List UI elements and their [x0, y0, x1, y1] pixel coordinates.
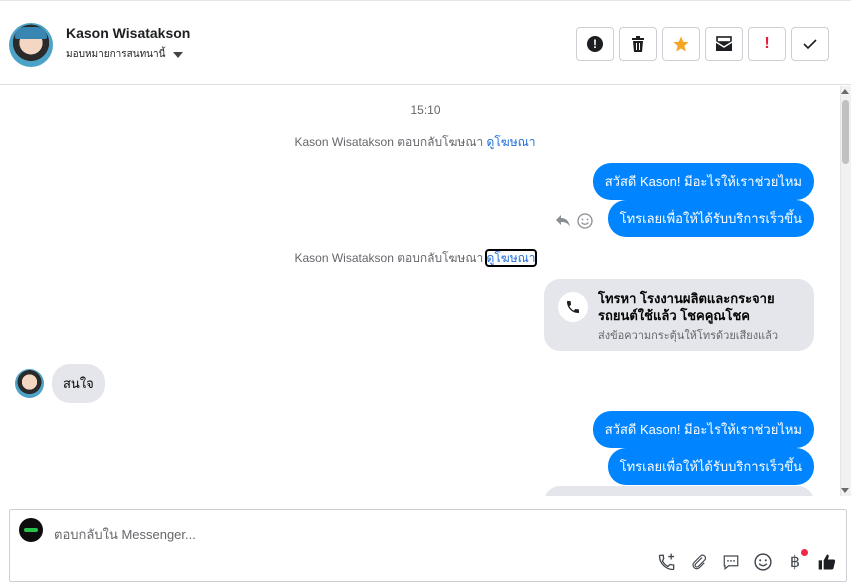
- contact-avatar[interactable]: [15, 369, 44, 398]
- call-card-title: โทรหา โรงงานผลิตและกระจายรถยนต์ใช้แล้ว โ…: [598, 291, 775, 323]
- call-request-card[interactable]: [544, 486, 814, 496]
- mark-done-button[interactable]: [791, 27, 829, 61]
- call-add-icon: [658, 553, 675, 571]
- outgoing-message[interactable]: โทรเลยเพื่อให้ได้รับบริการเร็วขึ้น: [607, 448, 814, 485]
- scroll-down-arrow-icon[interactable]: [841, 488, 849, 493]
- delete-button[interactable]: [619, 27, 657, 61]
- view-ad-link[interactable]: ดูโฆษณา: [484, 249, 538, 267]
- like-icon: [818, 554, 836, 570]
- move-to-button[interactable]: [705, 27, 743, 61]
- message-thread: 15:10 Kason Wisatakson ตอบกลับโฆษณา ดูโฆ…: [0, 86, 851, 496]
- call-request-card[interactable]: โทรหา โรงงานผลิตและกระจายรถยนต์ใช้แล้ว โ…: [544, 279, 814, 351]
- reply-icon[interactable]: [555, 214, 571, 228]
- star-button[interactable]: [662, 27, 700, 61]
- mark-important-button[interactable]: !: [748, 27, 786, 61]
- emoji-icon: [754, 553, 772, 571]
- view-ad-link[interactable]: ดูโฆษณา: [487, 135, 536, 149]
- outgoing-message[interactable]: โทรเลยเพื่อให้ได้รับบริการเร็วขึ้น: [607, 200, 814, 237]
- reply-input[interactable]: ตอบกลับใน Messenger...: [54, 524, 554, 545]
- outgoing-message[interactable]: สวัสดี Kason! มีอะไรให้เราช่วยไหม: [592, 411, 814, 448]
- assign-conversation-dropdown[interactable]: มอบหมายการสนทนานี้: [66, 47, 184, 62]
- attachment-icon: [692, 554, 707, 570]
- page-avatar: [19, 518, 43, 542]
- header-actions: ! !: [576, 27, 829, 61]
- attach-button[interactable]: [688, 551, 710, 573]
- mark-spam-button[interactable]: !: [576, 27, 614, 61]
- react-icon[interactable]: [577, 213, 593, 229]
- saved-replies-button[interactable]: [720, 551, 742, 573]
- thread-scrollbar[interactable]: [840, 86, 851, 496]
- like-button[interactable]: [816, 551, 838, 573]
- mail-icon: [715, 36, 733, 51]
- message-tools: [555, 213, 593, 229]
- timestamp: 15:10: [410, 103, 441, 117]
- ad-reply-notice: Kason Wisatakson ตอบกลับโฆษณา ดูโฆษณา: [0, 249, 830, 268]
- exclamation-icon: !: [764, 35, 770, 52]
- composer-toolbar: ฿: [656, 549, 838, 573]
- ad-reply-text: Kason Wisatakson ตอบกลับโฆษณา: [294, 135, 484, 149]
- call-add-button[interactable]: [656, 551, 678, 573]
- ad-reply-text: Kason Wisatakson ตอบกลับโฆษณา: [294, 251, 484, 265]
- contact-name[interactable]: Kason Wisatakson: [66, 25, 190, 41]
- conversation-header: Kason Wisatakson มอบหมายการสนทนานี้ ! !: [0, 0, 851, 85]
- phone-icon: [567, 301, 579, 313]
- trash-icon: [632, 36, 644, 52]
- call-card-subtitle: ส่งข้อความกระตุ้นให้โทรด้วยเสียงแล้ว: [598, 330, 779, 342]
- payment-icon: ฿: [789, 554, 801, 571]
- caret-down-icon: [173, 51, 184, 58]
- messenger-inbox: Kason Wisatakson มอบหมายการสนทนานี้ ! ! …: [0, 0, 851, 585]
- phone-icon-wrapper: [558, 292, 588, 322]
- check-icon: [803, 39, 817, 50]
- assign-label: มอบหมายการสนทนานี้: [66, 49, 166, 60]
- outgoing-message[interactable]: สวัสดี Kason! มีอะไรให้เราช่วยไหม: [592, 163, 814, 200]
- notification-dot: [801, 549, 808, 556]
- incoming-message[interactable]: สนใจ: [52, 364, 105, 403]
- scroll-up-arrow-icon[interactable]: [841, 89, 849, 94]
- payment-button[interactable]: ฿: [784, 549, 808, 573]
- message-composer: ตอบกลับใน Messenger... ฿: [9, 509, 847, 582]
- saved-replies-icon: [723, 555, 739, 570]
- star-icon: [673, 36, 689, 52]
- contact-avatar[interactable]: [9, 23, 53, 67]
- emoji-button[interactable]: [752, 551, 774, 573]
- exclamation-circle-icon: !: [587, 36, 603, 52]
- ad-reply-notice: Kason Wisatakson ตอบกลับโฆษณา ดูโฆษณา: [0, 133, 830, 152]
- scroll-thumb[interactable]: [842, 100, 849, 164]
